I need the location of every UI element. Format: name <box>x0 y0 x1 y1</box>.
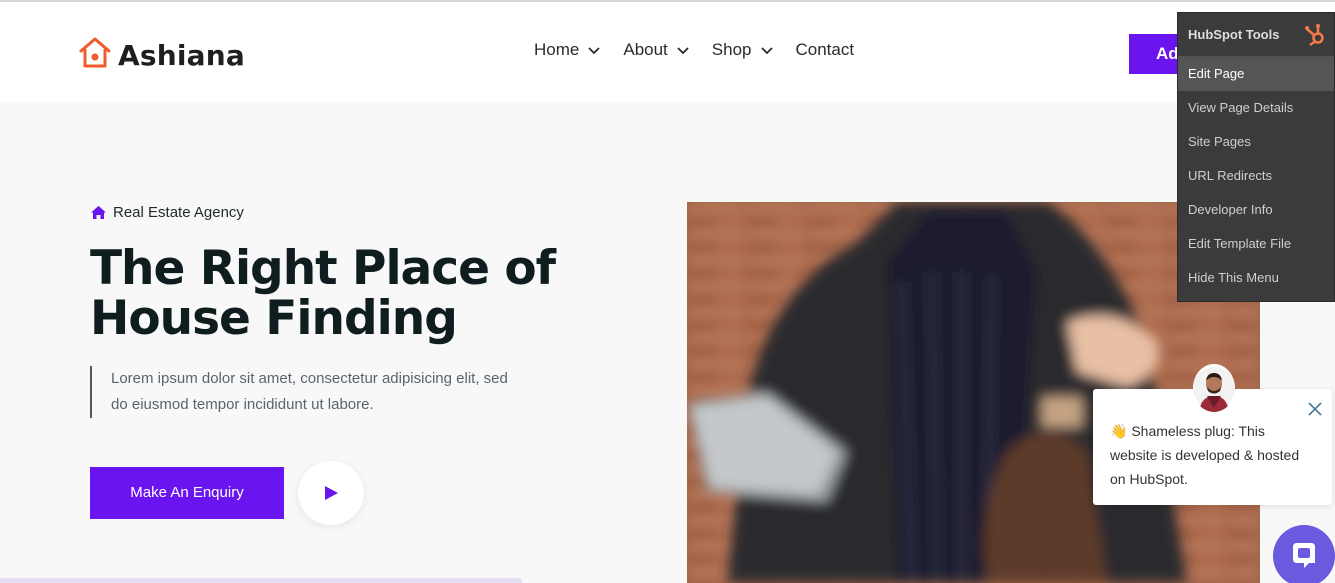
chat-bubble-icon <box>1293 543 1315 568</box>
hubspot-view-page-details[interactable]: View Page Details <box>1178 91 1334 125</box>
hubspot-edit-page[interactable]: Edit Page <box>1178 57 1334 91</box>
chevron-down-icon <box>676 43 690 57</box>
nav-item-contact[interactable]: Contact <box>796 40 855 60</box>
hero-description-line-1: Lorem ipsum dolor sit amet, consectetur … <box>111 370 508 387</box>
nav-item-shop[interactable]: Shop <box>712 40 774 60</box>
hubspot-hide-this-menu[interactable]: Hide This Menu <box>1178 261 1334 295</box>
hubspot-edit-template-file[interactable]: Edit Template File <box>1178 227 1334 261</box>
nav-label: Contact <box>795 40 855 59</box>
nav-label: About <box>623 40 668 59</box>
hubspot-site-pages[interactable]: Site Pages <box>1178 125 1334 159</box>
nav-label: Shop <box>711 40 752 59</box>
hubspot-tools-title: HubSpot Tools <box>1188 27 1280 42</box>
chat-line-2: website is developed & hosted <box>1110 447 1300 463</box>
hero-tag: Real Estate Agency <box>90 204 244 221</box>
hero-title-line-2: House Finding <box>90 291 458 346</box>
nav-label: Home <box>534 40 580 59</box>
play-video-button[interactable] <box>298 461 364 525</box>
home-icon <box>91 206 106 219</box>
house-logo-icon <box>78 36 112 75</box>
hero-title-line-1: The Right Place of <box>90 241 556 296</box>
wave-emoji-icon: 👋 <box>1110 423 1128 439</box>
hubspot-url-redirects[interactable]: URL Redirects <box>1178 159 1334 193</box>
close-icon[interactable] <box>1307 401 1323 417</box>
hero-description-line-2: do eiusmod tempor incididunt ut labore. <box>111 396 374 413</box>
chevron-down-icon <box>587 43 601 57</box>
make-enquiry-button[interactable]: Make An Enquiry <box>90 467 284 519</box>
nav-item-home[interactable]: Home <box>534 40 601 60</box>
chat-message-line-1: 👋 Shameless plug: This <box>1110 419 1310 443</box>
hubspot-tools-header[interactable]: HubSpot Tools <box>1178 13 1334 57</box>
hubspot-tools-menu: HubSpot Tools Edit Page View Page Detail… <box>1177 12 1335 302</box>
chat-launcher-button[interactable] <box>1273 525 1335 583</box>
hero-tag-label: Real Estate Agency <box>113 204 244 221</box>
avatar <box>1193 364 1235 412</box>
hubspot-sprocket-icon <box>1305 24 1324 47</box>
chat-line-3: on HubSpot. <box>1110 471 1188 487</box>
chat-line-1: Shameless plug: This <box>1131 423 1265 439</box>
logo-text: Ashiana <box>118 39 245 72</box>
chevron-down-icon <box>760 43 774 57</box>
hero-title: The Right Place of House Finding <box>90 244 590 344</box>
play-icon <box>325 486 338 500</box>
site-header: Ashiana Home About Shop Contact Ad <box>0 2 1335 102</box>
nav-item-about[interactable]: About <box>623 40 689 60</box>
main-nav: Home About Shop Contact <box>534 40 876 60</box>
chat-message: 👋 Shameless plug: This website is develo… <box>1110 419 1310 491</box>
bottom-progress-strip <box>0 578 522 583</box>
hero-description: Lorem ipsum dolor sit amet, consectetur … <box>90 366 560 418</box>
logo[interactable]: Ashiana <box>78 36 245 75</box>
hubspot-developer-info[interactable]: Developer Info <box>1178 193 1334 227</box>
